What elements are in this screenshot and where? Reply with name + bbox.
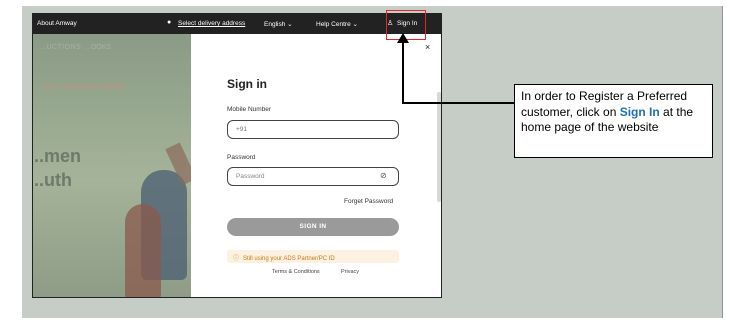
chevron-down-icon: ⌄ [352, 21, 358, 28]
password-label: Password [227, 154, 256, 161]
background-nav-item: ...OOKS [85, 44, 112, 51]
page-border-line [722, 6, 723, 318]
background-notice: ...ffers to see product availability [39, 84, 125, 90]
modal-scrollbar[interactable] [437, 92, 441, 202]
background-hero-text: ...men [33, 146, 82, 166]
blurred-homepage-background: ...UCTIONS ...OOKS ...ffers to see produ… [33, 34, 191, 297]
help-centre-label: Help Centre [316, 21, 351, 28]
close-icon[interactable]: × [425, 42, 430, 52]
pointer-line [402, 102, 514, 104]
language-selector[interactable]: English ⌄ [264, 20, 293, 28]
ads-partner-notice[interactable]: ⓘ Still using your ADS Partner/PC ID [227, 250, 399, 263]
hero-person-image [125, 204, 161, 297]
help-centre-menu[interactable]: Help Centre ⌄ [316, 20, 358, 28]
sign-in-modal: × Sign in Mobile Number +91 Password Pas… [191, 34, 441, 297]
location-pin-icon: ● [167, 19, 172, 26]
callout-highlight: Sign In [619, 104, 660, 119]
password-field[interactable]: Password [227, 167, 399, 186]
background-hero-text: ...uth [33, 170, 72, 190]
chevron-down-icon: ⌄ [287, 21, 293, 28]
modal-title: Sign in [227, 77, 267, 91]
instruction-callout: In order to Register a Preferred custome… [514, 84, 713, 158]
website-screenshot: About Amway ● Select delivery address En… [32, 13, 442, 298]
language-label: English [264, 21, 286, 28]
pointer-line [402, 42, 404, 104]
mobile-number-label: Mobile Number [227, 106, 272, 113]
info-icon: ⓘ [233, 256, 240, 262]
background-nav-item: ...UCTIONS [39, 44, 82, 51]
privacy-link[interactable]: Privacy [341, 269, 359, 275]
top-navigation-bar: About Amway ● Select delivery address En… [33, 14, 441, 34]
mobile-number-field[interactable]: +91 [227, 120, 399, 139]
terms-link[interactable]: Terms & Conditions [272, 269, 320, 275]
hide-password-icon[interactable]: ⊘ [380, 171, 387, 180]
select-delivery-address-link[interactable]: Select delivery address [178, 20, 245, 27]
sign-in-button[interactable]: SIGN IN [227, 218, 399, 236]
about-amway-link[interactable]: About Amway [37, 20, 77, 27]
ads-partner-notice-text: Still using your ADS Partner/PC ID [243, 256, 335, 262]
forget-password-link[interactable]: Forget Password [344, 198, 393, 205]
